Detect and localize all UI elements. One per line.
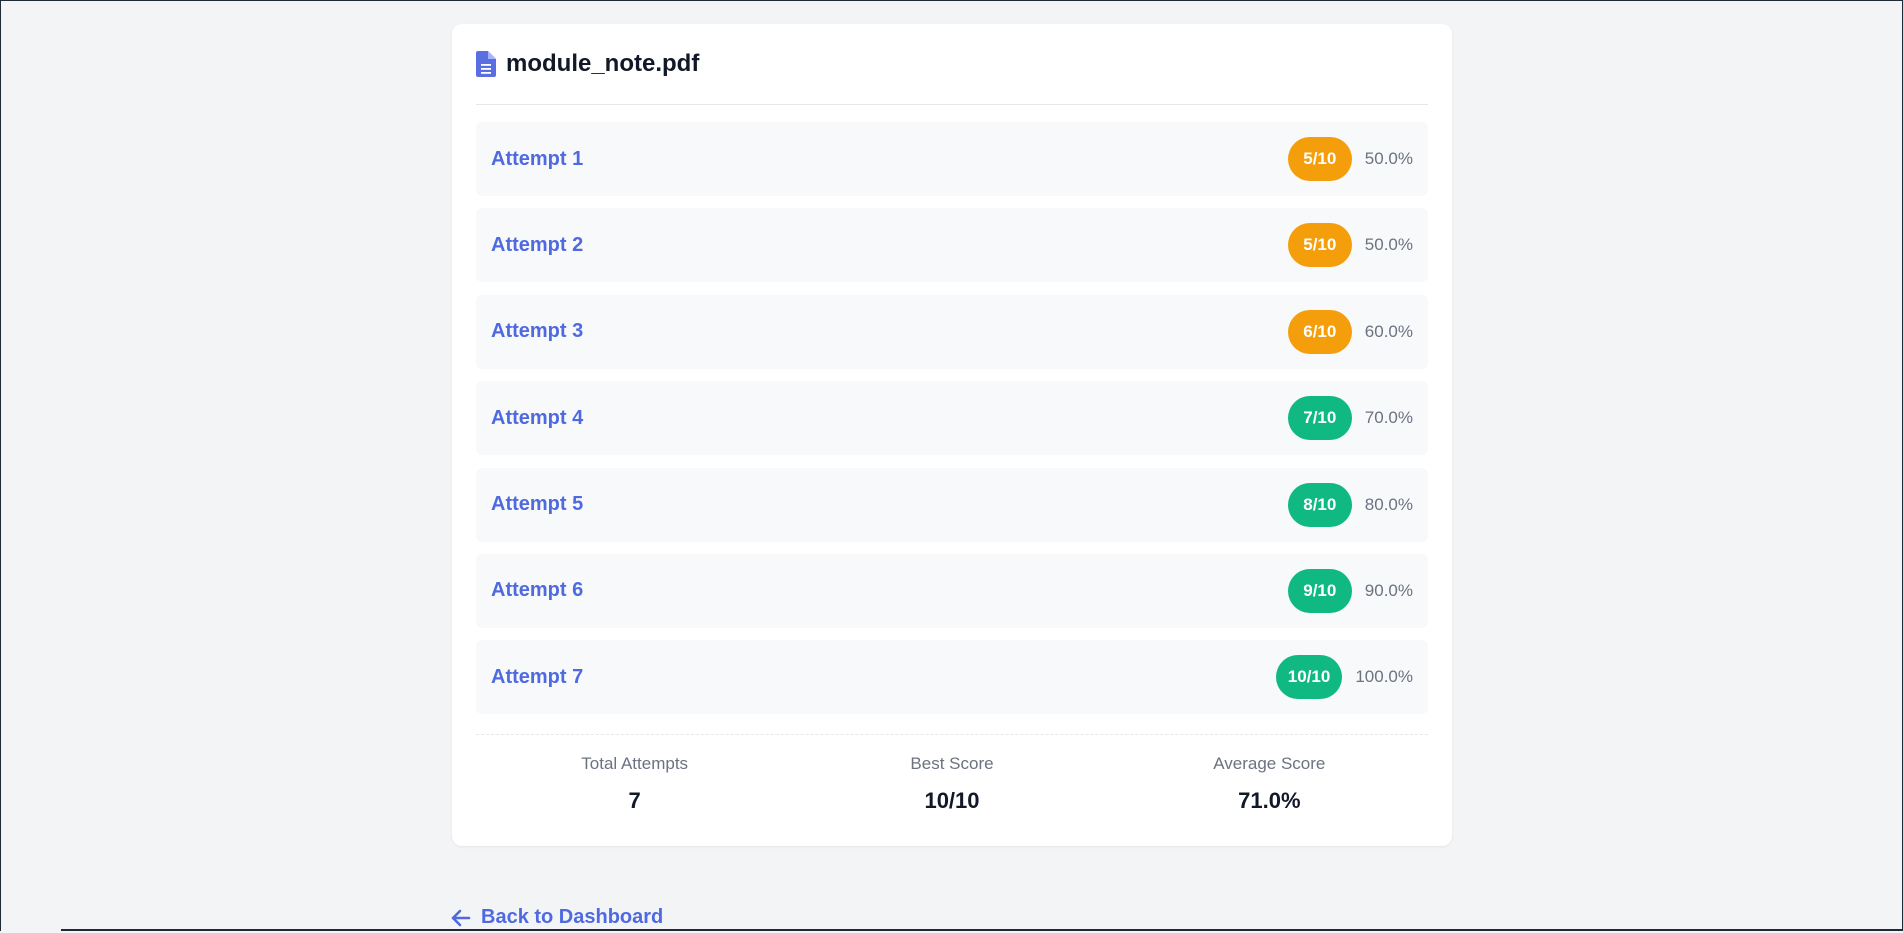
attempt-label[interactable]: Attempt 1 xyxy=(491,148,583,171)
stat-average-score: Average Score 71.0% xyxy=(1111,754,1428,814)
stats-summary: Total Attempts 7 Best Score 10/10 Averag… xyxy=(476,754,1428,814)
attempt-label[interactable]: Attempt 7 xyxy=(491,666,583,689)
stat-label: Total Attempts xyxy=(581,754,689,773)
stat-best-score: Best Score 10/10 xyxy=(793,754,1110,814)
attempt-score-group: 5/10 50.0% xyxy=(1287,223,1413,268)
score-badge: 5/10 xyxy=(1287,137,1352,181)
attempt-score-group: 9/10 90.0% xyxy=(1287,568,1413,613)
attempt-label[interactable]: Attempt 5 xyxy=(491,493,583,516)
attempt-label[interactable]: Attempt 3 xyxy=(491,320,583,343)
score-badge: 10/10 xyxy=(1275,655,1343,700)
stat-label: Best Score xyxy=(910,754,994,773)
score-percent: 90.0% xyxy=(1364,580,1413,600)
quiz-results-card: module_note.pdf Attempt 1 5/10 50.0% Att… xyxy=(452,24,1452,846)
stat-value: 71.0% xyxy=(1238,788,1301,813)
stat-value: 7 xyxy=(628,788,641,813)
score-percent: 50.0% xyxy=(1364,235,1413,255)
attempt-label[interactable]: Attempt 6 xyxy=(491,579,583,602)
stat-label: Average Score xyxy=(1213,754,1326,773)
score-badge: 6/10 xyxy=(1287,309,1352,354)
arrow-left-icon xyxy=(451,909,471,927)
card-header: module_note.pdf xyxy=(476,24,1428,105)
attempt-row-2[interactable]: Attempt 2 5/10 50.0% xyxy=(476,208,1428,283)
back-to-dashboard-link[interactable]: Back to Dashboard xyxy=(451,906,663,929)
score-percent: 100.0% xyxy=(1355,667,1413,687)
score-percent: 70.0% xyxy=(1364,408,1413,428)
stat-total-attempts: Total Attempts 7 xyxy=(476,754,793,814)
attempt-label[interactable]: Attempt 4 xyxy=(491,407,583,430)
attempt-row-6[interactable]: Attempt 6 9/10 90.0% xyxy=(476,553,1428,628)
attempt-score-group: 6/10 60.0% xyxy=(1287,309,1413,354)
attempt-score-group: 7/10 70.0% xyxy=(1287,396,1413,441)
score-badge: 7/10 xyxy=(1287,396,1352,441)
file-text-icon xyxy=(476,51,496,77)
score-percent: 60.0% xyxy=(1364,321,1413,341)
score-badge: 8/10 xyxy=(1287,482,1352,527)
attempt-row-7[interactable]: Attempt 7 10/10 100.0% xyxy=(476,640,1428,715)
file-title: module_note.pdf xyxy=(506,50,700,77)
stats-divider xyxy=(476,734,1428,735)
attempt-row-3[interactable]: Attempt 3 6/10 60.0% xyxy=(476,294,1428,369)
attempt-score-group: 10/10 100.0% xyxy=(1275,655,1413,700)
score-percent: 80.0% xyxy=(1364,494,1413,514)
score-badge: 9/10 xyxy=(1287,568,1352,613)
back-link-label[interactable]: Back to Dashboard xyxy=(481,906,663,929)
stat-value: 10/10 xyxy=(924,788,980,813)
score-percent: 50.0% xyxy=(1364,149,1413,168)
score-badge: 5/10 xyxy=(1287,223,1352,268)
attempt-row-4[interactable]: Attempt 4 7/10 70.0% xyxy=(476,381,1428,456)
attempt-score-group: 8/10 80.0% xyxy=(1287,482,1413,527)
attempts-list: Attempt 1 5/10 50.0% Attempt 2 5/10 50.0… xyxy=(476,122,1428,727)
attempt-row-1[interactable]: Attempt 1 5/10 50.0% xyxy=(476,122,1428,196)
attempt-score-group: 5/10 50.0% xyxy=(1287,137,1413,181)
attempt-row-5[interactable]: Attempt 5 8/10 80.0% xyxy=(476,467,1428,542)
attempt-label[interactable]: Attempt 2 xyxy=(491,234,583,257)
